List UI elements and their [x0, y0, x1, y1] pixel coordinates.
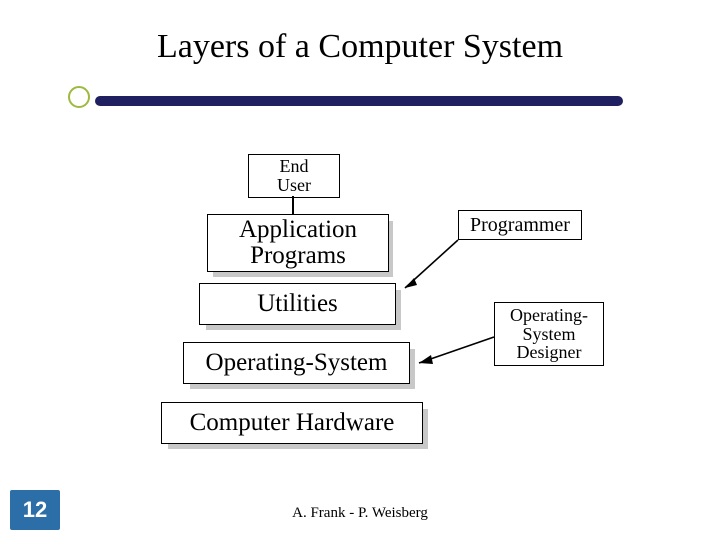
box-operating-system: Operating-System — [183, 342, 410, 384]
box-utilities: Utilities — [199, 283, 396, 325]
box-end-user: End User — [248, 154, 340, 198]
arrow-programmer-utilities — [395, 238, 465, 298]
title-underline — [95, 96, 623, 106]
slide: Layers of a Computer System End User App… — [0, 0, 720, 540]
box-os-designer: Operating- System Designer — [494, 302, 604, 366]
connector-enduser-app — [292, 196, 294, 214]
slide-footer: A. Frank - P. Weisberg — [0, 505, 720, 522]
title-area: Layers of a Computer System — [55, 28, 665, 65]
box-application-programs: Application Programs — [207, 214, 389, 272]
bullet-icon — [68, 86, 90, 108]
slide-title: Layers of a Computer System — [55, 28, 665, 65]
box-computer-hardware: Computer Hardware — [161, 402, 423, 444]
arrow-osdesigner-os — [407, 335, 502, 375]
box-programmer: Programmer — [458, 210, 582, 240]
